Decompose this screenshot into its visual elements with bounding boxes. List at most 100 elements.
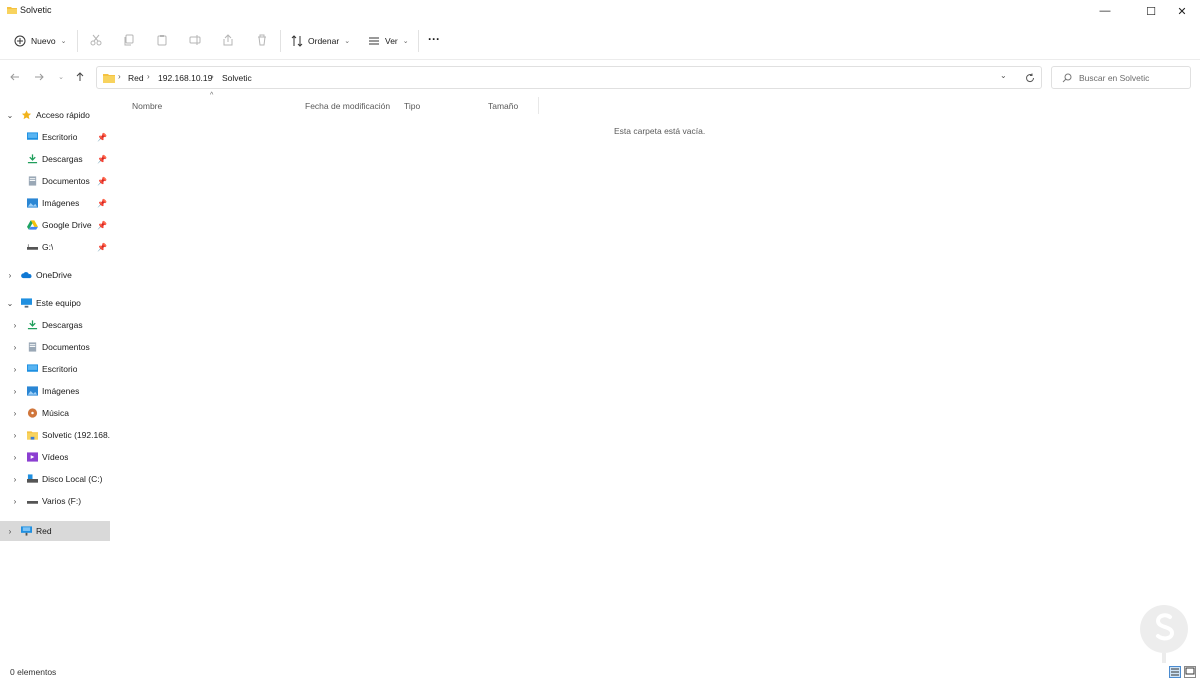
plus-circle-icon: [14, 35, 26, 47]
sidebar-item-documentos[interactable]: Documentos 📌: [0, 171, 110, 191]
sort-button[interactable]: Ordenar ⌄: [291, 31, 350, 51]
details-view-button[interactable]: [1169, 666, 1181, 678]
desktop-icon: [27, 132, 38, 140]
documents-icon: [28, 176, 37, 186]
pin-icon[interactable]: 📌: [97, 199, 107, 208]
view-button[interactable]: Ver ⌄: [368, 31, 409, 51]
download-icon: [27, 320, 38, 330]
sidebar-item-pc-varios[interactable]: › Varios (F:): [0, 491, 110, 511]
arrow-left-icon: [10, 73, 19, 81]
network-icon: [21, 526, 32, 536]
sidebar-item-pc-musica[interactable]: › Música: [0, 403, 110, 423]
sidebar-item-pc-documentos[interactable]: › Documentos: [0, 337, 110, 357]
chevron-right-icon[interactable]: ›: [10, 453, 20, 462]
search-box[interactable]: Buscar en Solvetic: [1051, 66, 1191, 89]
chevron-right-icon[interactable]: ›: [10, 343, 20, 352]
star-icon: [21, 110, 32, 120]
pin-icon[interactable]: 📌: [97, 155, 107, 164]
sidebar-item-label: Escritorio: [42, 132, 78, 142]
chevron-right-icon[interactable]: ›: [10, 409, 20, 418]
forward-button[interactable]: [31, 68, 47, 86]
column-header-name[interactable]: Nombre: [132, 101, 162, 111]
chevron-right-icon[interactable]: ›: [5, 527, 15, 536]
breadcrumb-solvetic[interactable]: Solvetic: [222, 73, 252, 83]
address-bar[interactable]: › Red › 192.168.10.19 › Solvetic ⌄: [96, 66, 1042, 89]
sort-button-label: Ordenar: [308, 36, 340, 46]
sidebar-item-label: Solvetic (192.168.1: [42, 430, 110, 440]
up-button[interactable]: [72, 68, 88, 86]
minimize-button[interactable]: —: [1087, 0, 1123, 22]
sort-icon: [291, 35, 303, 47]
chevron-right-icon[interactable]: ›: [10, 321, 20, 330]
sidebar-item-descargas[interactable]: Descargas 📌: [0, 149, 110, 169]
sidebar-item-pc-local-disk[interactable]: › Disco Local (C:): [0, 469, 110, 489]
chevron-down-icon: ⌄: [60, 38, 67, 45]
chevron-down-icon[interactable]: ⌄: [5, 111, 15, 120]
sidebar-item-pc-solvetic[interactable]: › Solvetic (192.168.1: [0, 425, 110, 445]
sidebar-item-pc-videos[interactable]: › Vídeos: [0, 447, 110, 467]
sidebar-item-g-drive[interactable]: G:\ 📌: [0, 237, 110, 257]
download-icon: [27, 154, 38, 164]
sidebar-item-label: Disco Local (C:): [42, 474, 103, 484]
sidebar-item-label: OneDrive: [36, 270, 72, 280]
breadcrumb-separator-icon: ›: [118, 72, 121, 81]
close-button[interactable]: ✕: [1164, 0, 1200, 22]
copy-icon[interactable]: [121, 32, 137, 48]
sidebar-item-imagenes[interactable]: Imágenes 📌: [0, 193, 110, 213]
delete-icon[interactable]: [254, 32, 270, 48]
pin-icon[interactable]: 📌: [97, 133, 107, 142]
recent-locations-button[interactable]: ⌄: [53, 68, 69, 86]
chevron-right-icon[interactable]: ›: [10, 497, 20, 506]
breadcrumb-ip[interactable]: 192.168.10.19: [158, 73, 212, 83]
folder-icon: [103, 74, 115, 83]
column-header-date[interactable]: Fecha de modificación: [305, 101, 390, 111]
sidebar-item-google-drive[interactable]: Google Drive 📌: [0, 215, 110, 235]
sidebar-item-pc-escritorio[interactable]: › Escritorio: [0, 359, 110, 379]
refresh-icon[interactable]: [1025, 73, 1035, 83]
rename-icon[interactable]: [187, 32, 203, 48]
pin-icon[interactable]: 📌: [97, 177, 107, 186]
videos-icon: [27, 452, 38, 462]
paste-icon[interactable]: [154, 32, 170, 48]
chevron-right-icon[interactable]: ›: [10, 387, 20, 396]
more-options-button[interactable]: ···: [428, 29, 440, 49]
sidebar-item-onedrive[interactable]: › OneDrive: [0, 265, 110, 285]
sidebar-item-this-pc[interactable]: ⌄ Este equipo: [0, 293, 110, 313]
column-header-type[interactable]: Tipo: [404, 101, 420, 111]
chevron-down-icon: ⌄: [402, 38, 409, 45]
sidebar-item-network[interactable]: › Red: [0, 521, 110, 541]
view-icon: [369, 37, 379, 45]
chevron-down-icon[interactable]: ⌄: [5, 299, 15, 308]
documents-icon: [28, 342, 37, 352]
drive-icon: [27, 244, 38, 250]
tiles-view-button[interactable]: [1184, 666, 1196, 678]
column-divider[interactable]: [538, 97, 539, 114]
network-folder-icon: [27, 431, 38, 440]
desktop-icon: [27, 364, 38, 372]
search-input[interactable]: Buscar en Solvetic: [1079, 73, 1149, 83]
address-dropdown-icon[interactable]: ⌄: [1000, 71, 1007, 80]
sidebar-item-pc-imagenes[interactable]: › Imágenes: [0, 381, 110, 401]
chevron-right-icon[interactable]: ›: [10, 431, 20, 440]
sidebar-item-label: Vídeos: [42, 452, 69, 462]
column-header-size[interactable]: Tamaño: [488, 101, 518, 111]
chevron-right-icon[interactable]: ›: [10, 475, 20, 484]
toolbar-divider: [280, 30, 281, 52]
music-icon: [27, 408, 38, 418]
computer-icon: [21, 298, 32, 308]
new-button[interactable]: Nuevo ⌄: [14, 31, 66, 51]
cut-icon[interactable]: [88, 32, 104, 48]
toolbar-divider: [418, 30, 419, 52]
share-icon[interactable]: [220, 32, 236, 48]
sidebar-item-label: Música: [42, 408, 69, 418]
pin-icon[interactable]: 📌: [97, 243, 107, 252]
back-button[interactable]: [7, 68, 23, 86]
sidebar-item-quick-access[interactable]: ⌄ Acceso rápido: [0, 105, 110, 125]
sidebar-item-escritorio[interactable]: Escritorio 📌: [0, 127, 110, 147]
pin-icon[interactable]: 📌: [97, 221, 107, 230]
sidebar-item-pc-descargas[interactable]: › Descargas: [0, 315, 110, 335]
breadcrumb-red[interactable]: Red: [128, 73, 144, 83]
arrow-up-icon: [76, 72, 84, 81]
chevron-right-icon[interactable]: ›: [5, 271, 15, 280]
chevron-right-icon[interactable]: ›: [10, 365, 20, 374]
